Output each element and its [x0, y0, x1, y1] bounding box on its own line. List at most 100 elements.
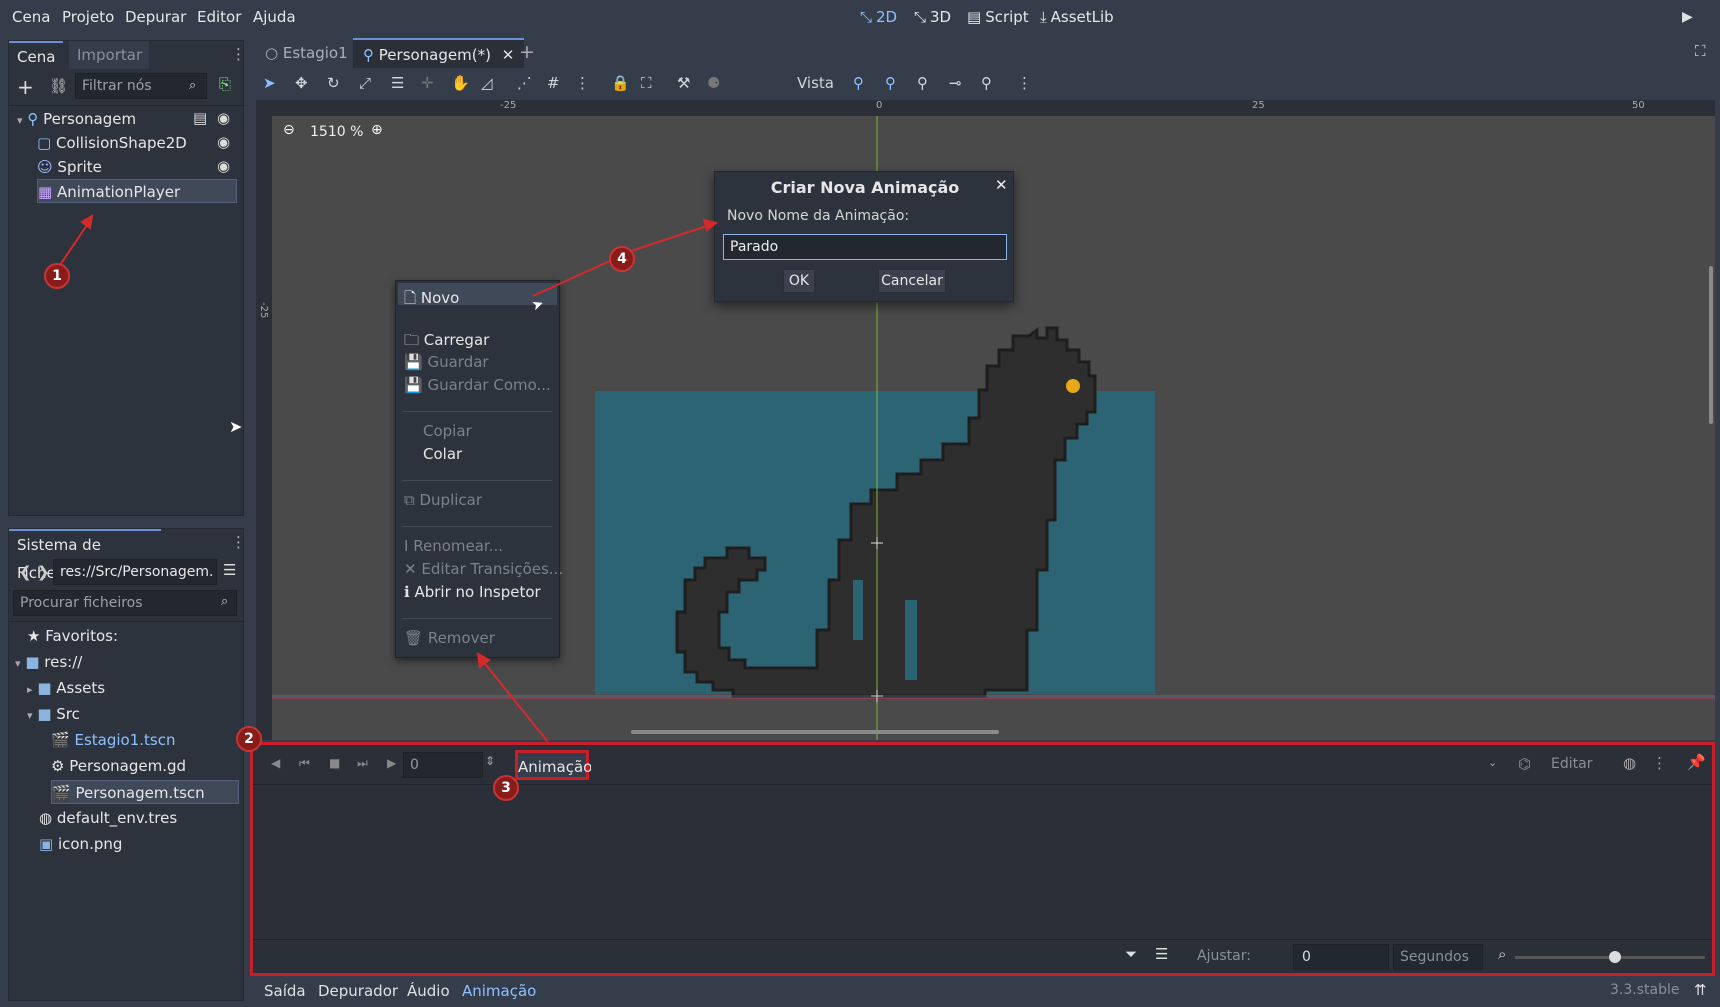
play-from-start-icon[interactable]: ⏭ [357, 757, 368, 769]
path-field[interactable]: res://Src/Personagem. [53, 559, 217, 585]
tab-animacao[interactable]: Animação [462, 982, 536, 1000]
back-icon[interactable]: ❮ [19, 565, 32, 580]
link-icon[interactable]: ⛓ [49, 79, 68, 94]
file-item-personagem-gd[interactable]: ⚙ Personagem.gd [51, 754, 186, 778]
filesystem-title[interactable]: Sistema de Ficheiros [9, 529, 161, 582]
menu-item-duplicar[interactable]: ⧉ Duplicar [404, 491, 482, 509]
lock-icon[interactable]: 🔒 [611, 74, 630, 92]
zoom-out-icon[interactable]: ⊖ [283, 123, 295, 137]
script-attached-icon[interactable]: ▤ [193, 111, 207, 126]
file-item-favoritos[interactable]: ★ Favoritos: [27, 624, 118, 648]
animation-menu-button[interactable]: Animação [515, 750, 592, 780]
menu-editor[interactable]: Editor [197, 8, 241, 26]
insert-key-icon[interactable]: ⊸ [949, 74, 962, 92]
filter-nodes-input[interactable]: Filtrar nós [75, 73, 207, 99]
visibility-eye-icon[interactable]: ◉ [217, 135, 230, 150]
group-icon[interactable]: ⛶ [641, 74, 652, 92]
tag-icon[interactable]: ⌬ [1518, 757, 1531, 772]
tab-audio[interactable]: Áudio [407, 982, 450, 1000]
menu-cena[interactable]: Cena [12, 8, 50, 26]
animation-select[interactable] [591, 752, 1413, 778]
tree-row-collisionshape2d[interactable]: ▢ CollisionShape2D [37, 131, 187, 155]
ruler-tool-icon[interactable]: ◿ [481, 74, 493, 92]
time-spinbox[interactable]: 0 [403, 752, 483, 778]
list-select-icon[interactable]: ☰ [391, 74, 404, 92]
tab-cena[interactable]: Cena [9, 41, 64, 69]
menu-item-guardar-como[interactable]: 💾 Guardar Como... [404, 376, 551, 394]
grid-snap-icon[interactable]: # [547, 74, 560, 92]
file-item-estagio1[interactable]: 🎬 Estagio1.tscn [51, 728, 175, 752]
list-icon[interactable]: ☰ [1155, 947, 1168, 962]
instance-scene-icon[interactable]: ⎘ [219, 77, 231, 92]
workspace-3d-button[interactable]: ⤡ 3D [914, 8, 951, 26]
bone-icon[interactable]: ⚒ [677, 74, 690, 92]
pin-icon[interactable]: 📌 [1687, 755, 1706, 770]
tab-saida[interactable]: Saída [264, 982, 306, 1000]
play-icon[interactable]: ▶ [387, 757, 396, 769]
stop-icon[interactable]: ■ [329, 757, 340, 769]
workspace-assetlib-button[interactable]: ⤓ AssetLib [1040, 8, 1114, 26]
add-node-icon[interactable]: + [17, 77, 34, 97]
menu-item-remover[interactable]: 🗑 Remover [404, 629, 495, 647]
select-tool-icon[interactable]: ➤ [263, 74, 276, 92]
add-tab-icon[interactable]: + [519, 43, 535, 62]
menu-projeto[interactable]: Projeto [62, 8, 114, 26]
workspace-2d-button[interactable]: ⤡ 2D [860, 8, 897, 26]
tab-depurador[interactable]: Depurador [318, 982, 398, 1000]
filter-icon[interactable]: ⏷ [1125, 947, 1137, 962]
smart-snap-icon[interactable]: ⋰ [517, 74, 532, 92]
file-item-default-env[interactable]: ◍ default_env.tres [39, 806, 177, 830]
menu-item-colar[interactable]: Colar [423, 445, 462, 463]
view-menu[interactable]: Vista [797, 74, 834, 92]
snap-options-icon[interactable]: ⋮ [575, 74, 590, 92]
menu-item-novo[interactable]: 🗋 Novo [404, 288, 459, 313]
time-unit-select[interactable]: Segundos [1393, 944, 1483, 970]
search-files-input[interactable]: Procurar ficheiros [13, 590, 237, 616]
pan-tool-icon[interactable]: ✋ [451, 74, 470, 92]
zoom-slider-handle[interactable] [1609, 951, 1621, 963]
visibility-eye-icon[interactable]: ◉ [217, 111, 230, 126]
play-icon[interactable]: ▶ [1682, 10, 1693, 24]
forward-icon[interactable]: ❯ [37, 565, 50, 580]
close-icon[interactable]: ✕ [995, 178, 1008, 193]
tree-row-sprite[interactable]: ☺ Sprite [37, 155, 102, 179]
key-rotation-icon[interactable]: ⚲ [885, 74, 896, 92]
onion-skin-icon[interactable]: ◍ [1623, 756, 1636, 771]
move-tool-icon[interactable]: ✥ [295, 74, 308, 92]
ik-icon[interactable]: ⚈ [707, 74, 720, 92]
close-icon[interactable]: ✕ [502, 46, 515, 64]
more-options-icon[interactable]: ⋮ [1652, 756, 1667, 771]
key-position-icon[interactable]: ⚲ [853, 74, 864, 92]
menu-item-carregar[interactable]: 🗀 Carregar [404, 330, 489, 355]
menu-item-abrir-inspetor[interactable]: ℹ Abrir no Inspetor [404, 583, 541, 601]
fullscreen-icon[interactable]: ⛶ [1695, 44, 1706, 59]
play-backwards-from-end-icon[interactable]: ⏮ [299, 757, 310, 769]
zoom-in-icon[interactable]: ⊕ [371, 123, 383, 137]
snap-value-input[interactable]: 0 [1293, 944, 1389, 970]
menu-ajuda[interactable]: Ajuda [253, 8, 296, 26]
file-item-assets[interactable]: ▸ ■ Assets [27, 676, 105, 700]
expand-panel-icon[interactable]: ⇈ [1694, 983, 1707, 998]
menu-item-renomear[interactable]: Ⅰ Renomear... [404, 537, 503, 555]
menu-item-copiar[interactable]: Copiar [423, 422, 472, 440]
visibility-eye-icon[interactable]: ◉ [217, 159, 230, 174]
edit-button[interactable]: Editar [1551, 756, 1592, 772]
spin-arrows-icon[interactable]: ⇕ [485, 755, 495, 767]
cancel-button[interactable]: Cancelar [878, 269, 946, 293]
dock-menu-icon[interactable]: ⋮ [231, 535, 246, 550]
tab-importar[interactable]: Importar [69, 41, 149, 69]
scale-tool-icon[interactable]: ⤢ [359, 74, 371, 92]
zoom-level[interactable]: 1510 % [310, 124, 363, 140]
file-item-personagem-tscn[interactable]: 🎬 Personagem.tscn [51, 780, 239, 804]
tree-row-animationplayer[interactable]: ▦ AnimationPlayer [37, 179, 237, 203]
menu-item-editar-transicoes[interactable]: ✕ Editar Transições... [404, 560, 563, 578]
ok-button[interactable]: OK [783, 269, 815, 293]
tree-row-personagem[interactable]: ▾ ⚲ Personagem [17, 107, 136, 131]
menu-depurar[interactable]: Depurar [125, 8, 186, 26]
more-options-icon[interactable]: ⋮ [1017, 74, 1032, 92]
tab-personagem[interactable]: ⚲ Personagem(*) ✕ [353, 38, 525, 68]
dock-menu-icon[interactable]: ⋮ [231, 47, 246, 62]
menu-item-guardar[interactable]: 💾 Guardar [404, 353, 489, 371]
file-item-res[interactable]: ▾ ■ res:// [15, 650, 82, 674]
play-backwards-icon[interactable]: ◀ [271, 757, 280, 769]
